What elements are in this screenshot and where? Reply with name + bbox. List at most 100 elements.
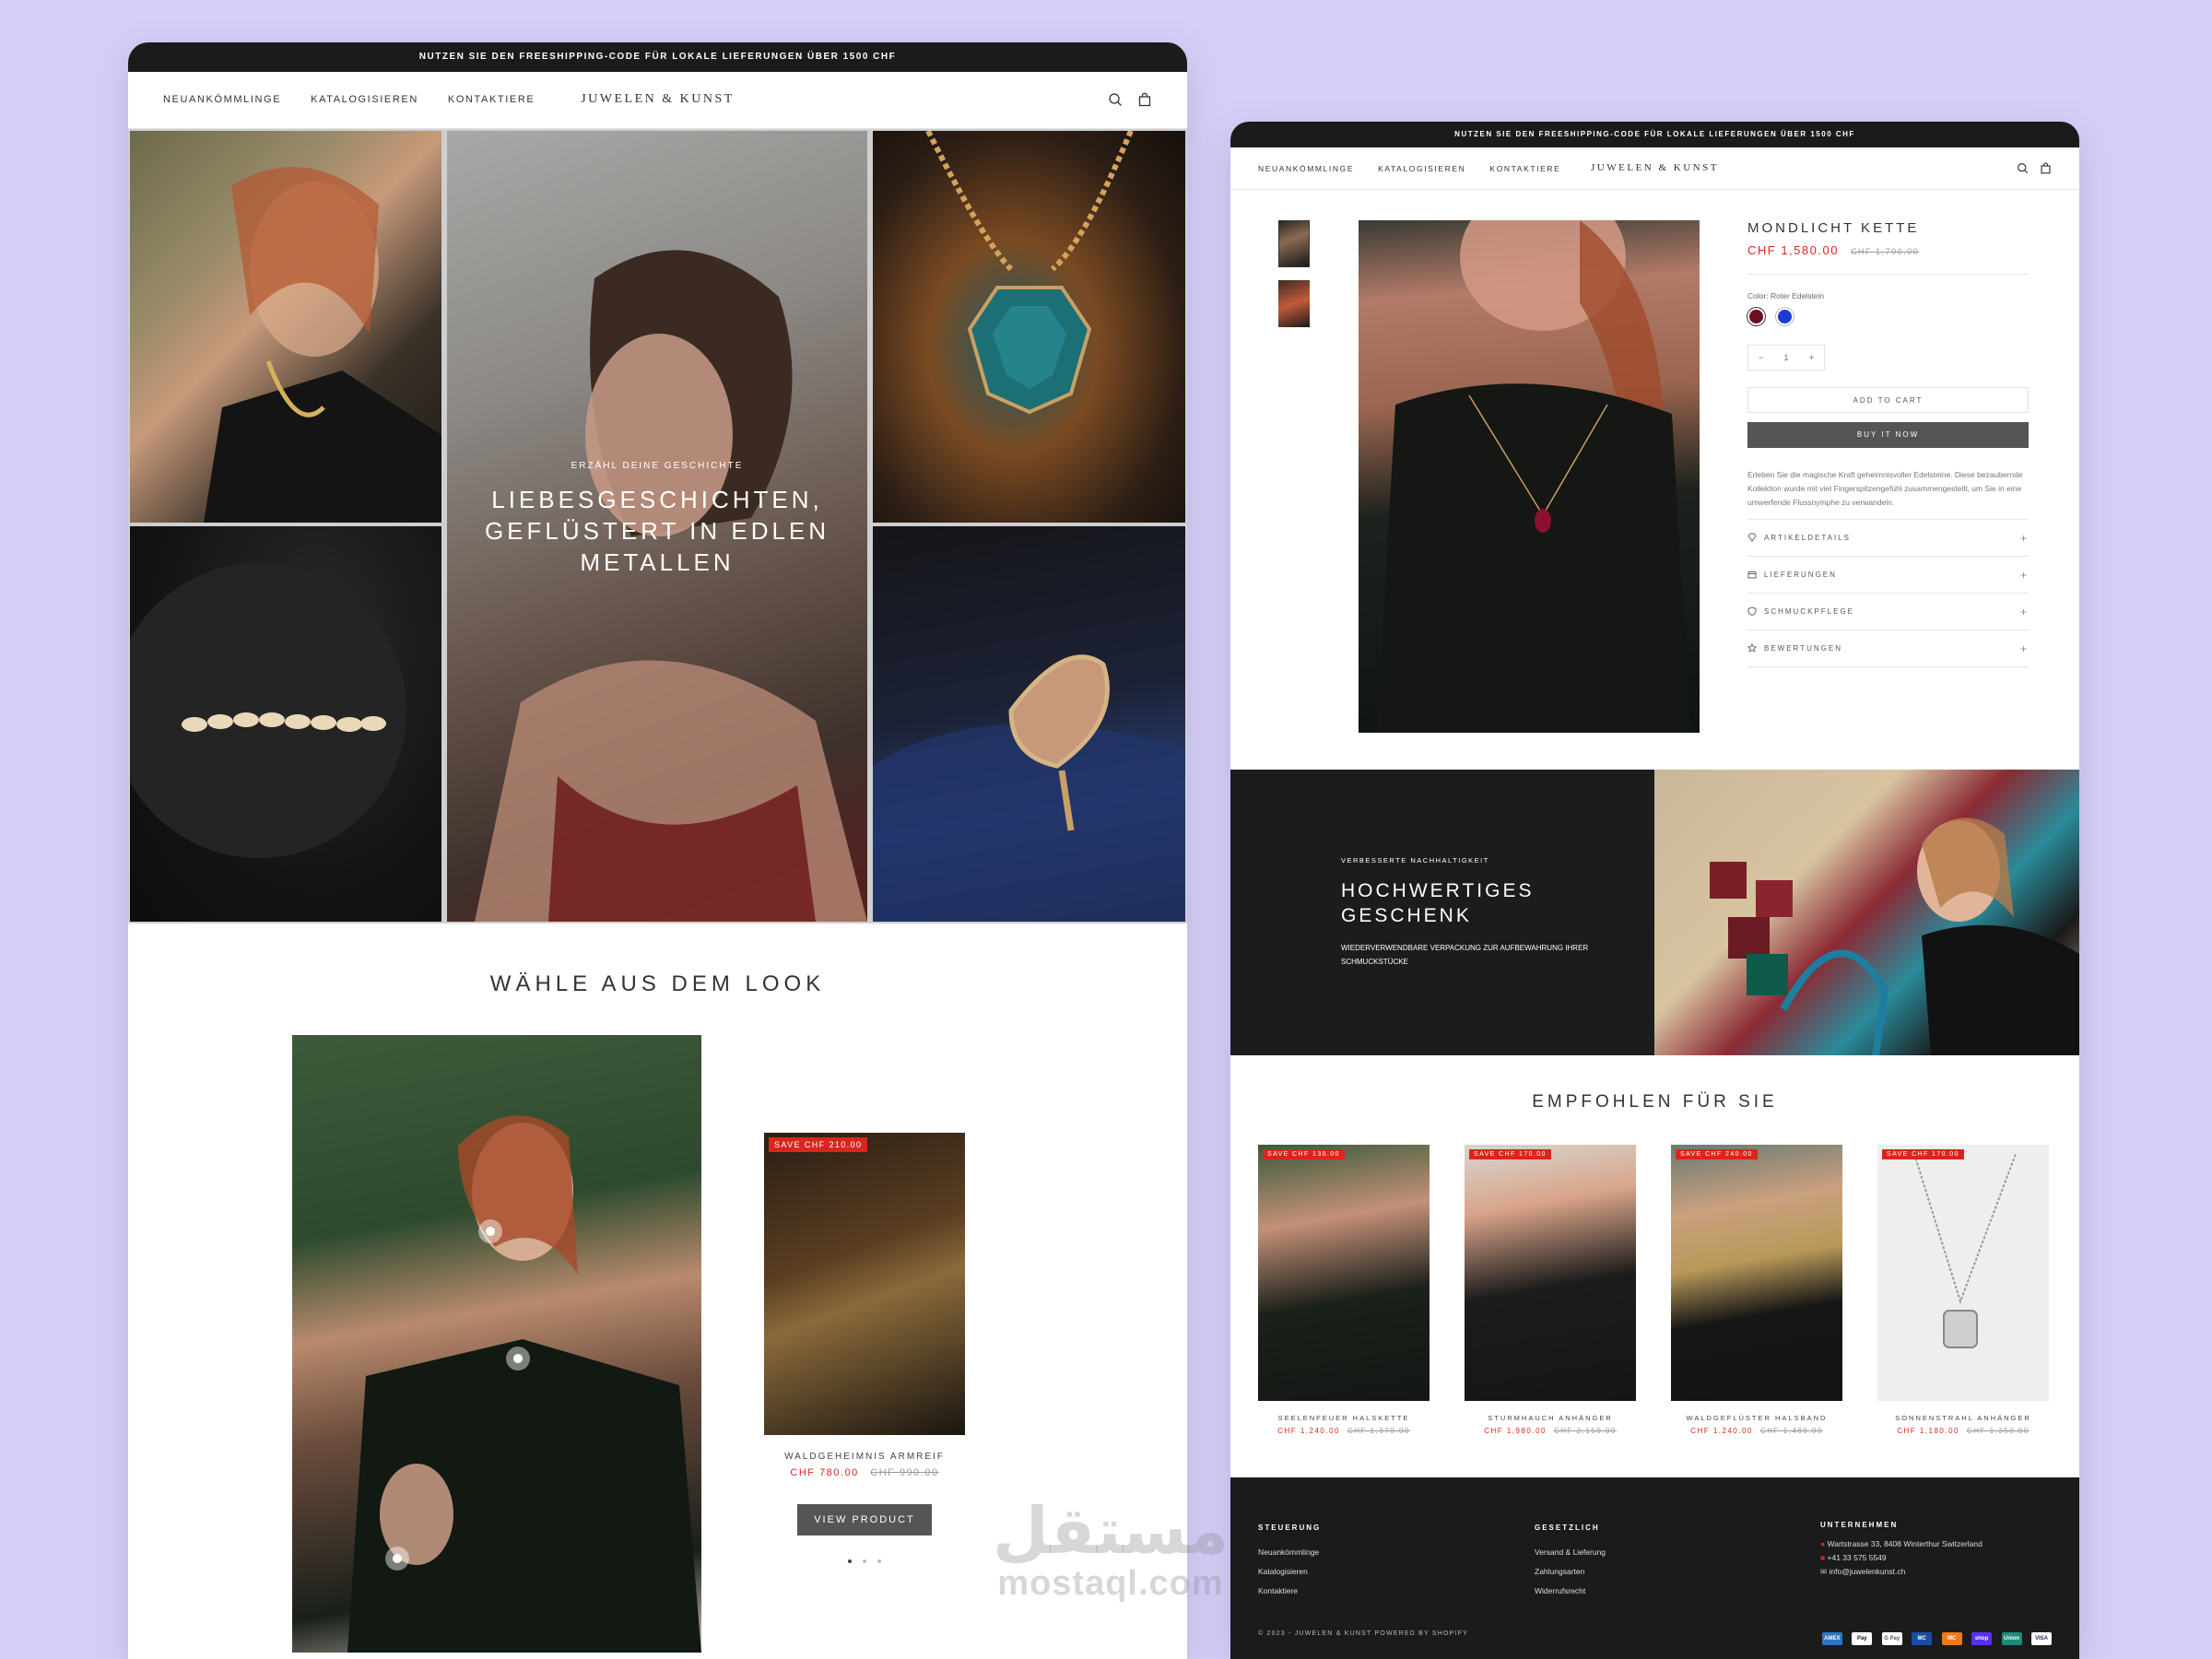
footer-heading: UNTERNEHMEN xyxy=(1820,1521,1899,1529)
recommended-image[interactable]: SAVE CHF 240.00 xyxy=(1671,1145,1842,1401)
recommended-old-price: CHF 2,150.00 xyxy=(1554,1427,1617,1435)
recommended-card[interactable]: SAVE CHF 170.00 STURMHAUCH ANHÄNGER CHF … xyxy=(1465,1145,1636,1435)
swatch-red-gemstone[interactable] xyxy=(1747,308,1765,325)
hero-image-bracelet-model[interactable] xyxy=(130,131,441,523)
box-icon xyxy=(1747,570,1757,581)
amex-icon: AMEX xyxy=(1821,1632,1842,1645)
promo-text-panel: VERBESSERTE NACHHALTIGKEIT HOCHWERTIGES … xyxy=(1230,770,1654,1055)
look-product-name[interactable]: WALDGEHEIMNIS ARMREIF xyxy=(764,1452,965,1462)
add-to-cart-button[interactable]: ADD TO CART xyxy=(1747,387,2029,413)
recommended-price: CHF 1,240.00 xyxy=(1277,1427,1340,1435)
hero-text: ERZÄHL DEINE GESCHICHTE LIEBESGESCHICHTE… xyxy=(447,461,867,578)
shield-icon xyxy=(1747,606,1757,618)
qty-plus-button[interactable]: + xyxy=(1799,353,1824,362)
accordion-item-reviews[interactable]: BEWERTUNGEN + xyxy=(1747,630,2029,667)
sale-badge: SAVE CHF 130.00 xyxy=(1263,1149,1345,1159)
swatch-blue-gemstone[interactable] xyxy=(1776,308,1794,325)
payment-icons: AMEX Pay G Pay MC MC shop Union VISA xyxy=(1817,1628,2052,1645)
qty-value[interactable]: 1 xyxy=(1773,353,1798,362)
look-product-price: CHF 780.00 xyxy=(790,1467,859,1478)
maestro-icon: MC xyxy=(1912,1632,1933,1645)
footer-link[interactable]: Widerrufsrecht xyxy=(1535,1582,1606,1601)
look-image xyxy=(292,1035,701,1653)
phone-icon: ■ xyxy=(1820,1553,1826,1562)
plus-icon: + xyxy=(2019,568,2029,582)
product-main-image[interactable] xyxy=(1359,220,1700,733)
hero-title: LIEBESGESCHICHTEN, GEFLÜSTERT IN EDLEN M… xyxy=(484,486,830,576)
bag-icon[interactable] xyxy=(2040,162,2052,179)
accordion-label: SCHMUCKPFLEGE xyxy=(1764,607,1855,616)
recommended-price: CHF 1,980.00 xyxy=(1484,1427,1547,1435)
recommended-price: CHF 1,240.00 xyxy=(1690,1427,1753,1435)
mail-icon: ✉ xyxy=(1820,1567,1828,1576)
recommended-name[interactable]: SONNENSTRAHL ANHÄNGER xyxy=(1877,1414,2049,1422)
search-icon[interactable] xyxy=(1108,92,1123,112)
quantity-stepper[interactable]: − 1 + xyxy=(1747,345,1825,371)
hero-image-pendant[interactable] xyxy=(873,131,1185,523)
qty-minus-button[interactable]: − xyxy=(1748,353,1773,362)
product-thumbnail-2[interactable] xyxy=(1278,280,1310,327)
product-description: Erleben Sie die magische Kraft geheimnis… xyxy=(1747,470,2023,507)
recommended-card[interactable]: SAVE CHF 170.00 SONNENSTRAHL ANHÄNGER CH… xyxy=(1877,1145,2049,1435)
view-product-button[interactable]: VIEW PRODUCT xyxy=(797,1504,932,1535)
hotspot-bracelet[interactable] xyxy=(385,1547,409,1571)
look-product-old-price: CHF 990.00 xyxy=(870,1467,939,1478)
accordion-item-details[interactable]: ARTIKELDETAILS + xyxy=(1747,520,2029,557)
gift-promo-section: VERBESSERTE NACHHALTIGKEIT HOCHWERTIGES … xyxy=(1230,770,2079,1056)
footer-link[interactable]: Kontaktiere xyxy=(1258,1582,1321,1601)
recommended-image[interactable]: SAVE CHF 130.00 xyxy=(1258,1145,1430,1401)
site-logo[interactable]: JUWELEN & KUNST xyxy=(1230,162,2079,173)
sale-badge: SAVE CHF 240.00 xyxy=(1676,1149,1758,1159)
recommended-card[interactable]: SAVE CHF 240.00 WALDGEFLÜSTER HALSBAND C… xyxy=(1671,1145,1842,1435)
recommended-image[interactable]: SAVE CHF 170.00 xyxy=(1877,1145,2049,1401)
look-product-card[interactable]: SAVE CHF 210.00 WALDGEHEIMNIS ARMREIF CH… xyxy=(764,1133,965,1563)
accordion-item-care[interactable]: SCHMUCKPFLEGE + xyxy=(1747,594,2029,630)
carousel-dot-3[interactable] xyxy=(877,1559,881,1563)
footer-link[interactable]: Katalogisieren xyxy=(1258,1562,1321,1582)
recommended-image[interactable]: SAVE CHF 170.00 xyxy=(1465,1145,1636,1401)
accordion-item-delivery[interactable]: LIEFERUNGEN + xyxy=(1747,557,2029,594)
footer-link[interactable]: Neuankömmlinge xyxy=(1258,1543,1321,1562)
promo-title: HOCHWERTIGES GESCHENK xyxy=(1341,880,1535,926)
recommended-name[interactable]: STURMHAUCH ANHÄNGER xyxy=(1465,1414,1636,1422)
look-product-image[interactable]: SAVE CHF 210.00 xyxy=(764,1133,965,1435)
carousel-dot-1[interactable] xyxy=(848,1559,852,1563)
footer-phone[interactable]: +41 33 575 5549 xyxy=(1828,1553,1887,1562)
hotspot-necklace[interactable] xyxy=(506,1347,530,1371)
recommended-title: EMPFOHLEN FÜR SIE xyxy=(1532,1092,1778,1112)
color-label: Color: Roter Edelstein xyxy=(1747,291,1825,300)
carousel-dot-2[interactable] xyxy=(863,1559,866,1563)
sale-badge: SAVE CHF 170.00 xyxy=(1469,1149,1551,1159)
footer-link[interactable]: Zahlungsarten xyxy=(1535,1562,1606,1582)
product-thumbnail-1[interactable] xyxy=(1278,220,1310,267)
shop-pay-icon: shop xyxy=(1971,1632,1993,1645)
product-title: MONDLICHT KETTE xyxy=(1747,220,1920,236)
recommended-card[interactable]: SAVE CHF 130.00 SEELENFEUER HALSKETTE CH… xyxy=(1258,1145,1430,1435)
footer-col-navigation: STEUERUNG Neuankömmlinge Katalogisieren … xyxy=(1258,1518,1321,1601)
location-pin-icon: ● xyxy=(1820,1539,1826,1548)
hero-kicker: ERZÄHL DEINE GESCHICHTE xyxy=(571,461,744,471)
promo-image xyxy=(1654,770,2079,1056)
bag-icon[interactable] xyxy=(1137,92,1152,112)
star-icon xyxy=(1747,642,1758,654)
recommended-name[interactable]: WALDGEFLÜSTER HALSBAND xyxy=(1671,1414,1842,1422)
search-icon[interactable] xyxy=(2017,162,2029,179)
hero-image-crystal-ring[interactable] xyxy=(873,526,1185,922)
recommended-old-price: CHF 1,350.00 xyxy=(1967,1427,2030,1435)
announcement-bar: NUTZEN SIE DEN FREESHIPPING-CODE FÜR LOK… xyxy=(128,42,1187,72)
site-logo[interactable]: JUWELEN & KUNST xyxy=(128,92,1187,107)
footer-email[interactable]: info@juwelenkunst.ch xyxy=(1830,1567,1906,1576)
footer-link[interactable]: Versand & Lieferung xyxy=(1535,1543,1606,1562)
hero-image-ring-band[interactable] xyxy=(130,526,441,922)
hero-collage: ERZÄHL DEINE GESCHICHTE LIEBESGESCHICHTE… xyxy=(128,129,1187,924)
plus-icon: + xyxy=(2019,605,2029,618)
sale-badge: SAVE CHF 170.00 xyxy=(1882,1149,1964,1159)
recommended-name[interactable]: SEELENFEUER HALSKETTE xyxy=(1258,1414,1430,1422)
product-page-window: NUTZEN SIE DEN FREESHIPPING-CODE FÜR LOK… xyxy=(1230,122,2079,1659)
product-price: CHF 1,580.00 xyxy=(1747,243,1839,257)
plus-icon: + xyxy=(2019,641,2029,655)
google-pay-icon: G Pay xyxy=(1881,1632,1902,1645)
hotspot-earring[interactable] xyxy=(478,1219,502,1243)
mastercard-icon: MC xyxy=(1941,1632,1962,1645)
buy-now-button[interactable]: BUY IT NOW xyxy=(1747,422,2029,448)
